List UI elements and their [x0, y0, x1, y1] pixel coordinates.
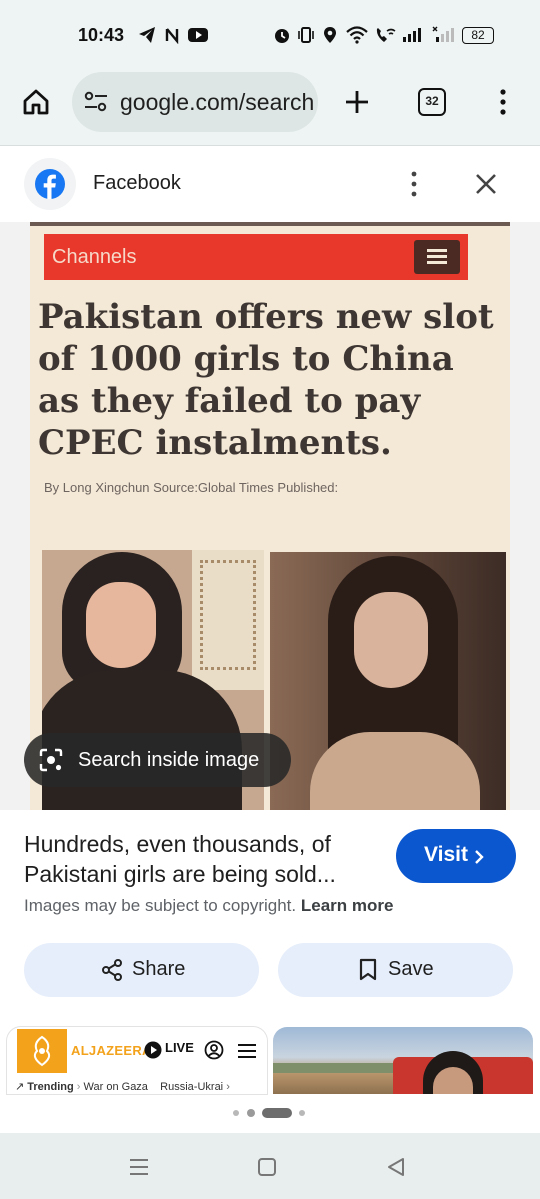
learn-more-link[interactable]: Learn more — [301, 896, 394, 915]
save-button[interactable]: Save — [278, 943, 513, 997]
vibrate-icon — [298, 27, 314, 43]
back-icon[interactable] — [386, 1157, 406, 1177]
copyright-notice: Images may be subject to copyright. Lear… — [24, 896, 393, 916]
copyright-text: Images may be subject to copyright. — [24, 896, 297, 915]
site-settings-icon[interactable] — [84, 91, 108, 113]
live-label: LIVE — [165, 1040, 194, 1055]
wifi-icon — [346, 26, 368, 44]
trending-icon: ↗ — [15, 1081, 25, 1093]
wifi-call-icon — [376, 28, 396, 42]
status-time: 10:43 — [78, 25, 125, 45]
nav-item-war-on-gaza: War on Gaza — [83, 1081, 148, 1093]
nfc-icon — [165, 28, 179, 44]
aljazeera-logo — [17, 1029, 67, 1073]
address-bar[interactable]: google.com/search — [72, 72, 318, 132]
hamburger-menu-icon — [414, 240, 460, 274]
result-title[interactable]: Hundreds, even thousands, of Pakistani g… — [24, 829, 384, 889]
signal-weak-icon — [432, 26, 454, 42]
home-icon[interactable] — [22, 88, 50, 116]
search-inside-image-label: Search inside image — [78, 749, 260, 771]
account-icon — [204, 1040, 224, 1060]
sheet-more-icon[interactable] — [407, 170, 421, 198]
visit-button[interactable]: Visit — [396, 829, 516, 883]
share-button[interactable]: Share — [24, 943, 259, 997]
more-icon[interactable] — [496, 88, 510, 116]
status-bar: 10:43 82 — [0, 0, 540, 72]
new-tab-icon[interactable] — [343, 88, 371, 116]
image-preview[interactable]: Channels Pakistan offers new slot of 100… — [0, 222, 540, 810]
play-icon — [144, 1041, 162, 1059]
visit-label: Visit — [424, 843, 468, 866]
image-top-border — [30, 222, 510, 226]
nav-item-trending: Trending — [27, 1081, 74, 1093]
url-text[interactable]: google.com/search — [120, 89, 314, 116]
tabs-icon[interactable]: 32 — [418, 88, 446, 116]
alarm-icon — [275, 29, 289, 43]
share-icon — [102, 959, 122, 981]
source-name[interactable]: Facebook — [93, 172, 181, 195]
battery-icon: 82 — [462, 27, 494, 44]
close-icon[interactable] — [474, 172, 498, 196]
channels-label: Channels — [52, 246, 137, 268]
menu-icon — [238, 1044, 256, 1058]
browser-toolbar: google.com/search 32 — [0, 72, 540, 145]
search-inside-image-button[interactable]: Search inside image — [24, 733, 291, 787]
share-label: Share — [132, 958, 186, 980]
pager-dots — [0, 1105, 540, 1119]
channels-bar: Channels — [44, 234, 468, 280]
article-byline: By Long Xingchun Source:Global Times Pub… — [44, 480, 339, 495]
bookmark-icon — [359, 958, 377, 981]
system-nav-bar — [0, 1133, 540, 1199]
facebook-icon — [35, 169, 65, 199]
related-card-aljazeera[interactable]: ALJAZEERA LIVE ↗ Trending › War on Gaza … — [7, 1027, 267, 1094]
related-card-photo[interactable] — [273, 1027, 533, 1094]
telegram-icon — [139, 27, 155, 43]
lens-icon — [39, 748, 63, 772]
result-sheet-header: Facebook — [0, 145, 540, 222]
nav-item-russia-ukraine: Russia-Ukrai — [160, 1081, 224, 1093]
source-favicon — [24, 158, 76, 210]
article-headline: Pakistan offers new slot of 1000 girls t… — [38, 297, 494, 463]
signal-icon — [403, 28, 421, 42]
location-icon — [324, 27, 336, 43]
aljazeera-nav: ↗ Trending › War on Gaza Russia-Ukrai › — [15, 1081, 230, 1093]
youtube-icon — [188, 28, 208, 42]
photo-woman-long-hair — [270, 552, 506, 810]
chevron-right-icon — [475, 850, 484, 864]
save-label: Save — [388, 958, 434, 980]
article-screenshot: Channels Pakistan offers new slot of 100… — [30, 222, 510, 810]
aljazeera-brand: ALJAZEERA — [71, 1043, 152, 1058]
home-nav-icon[interactable] — [257, 1157, 277, 1177]
recents-icon[interactable] — [128, 1157, 150, 1177]
